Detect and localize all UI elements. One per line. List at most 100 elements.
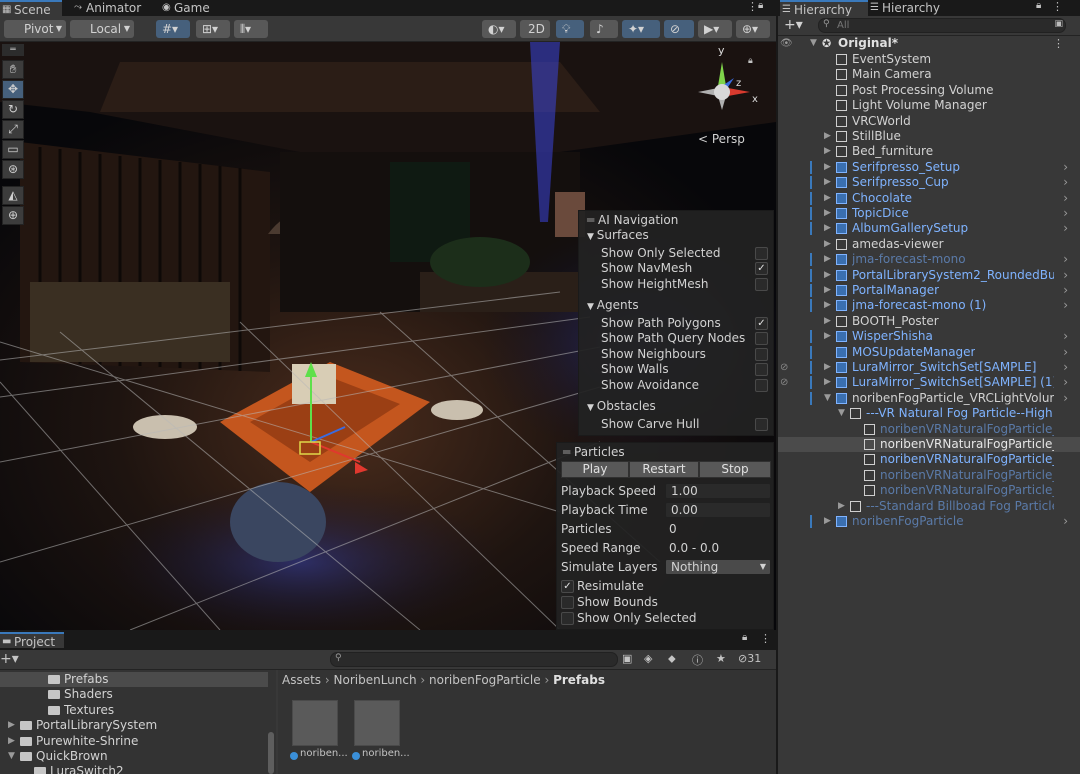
chevron-right-icon[interactable]: › <box>1063 283 1068 298</box>
folder-item[interactable]: Shaders <box>0 687 268 702</box>
search-by-type-icon[interactable]: ▣ <box>622 652 632 665</box>
hidden-objects-toggle[interactable]: ⊘ <box>664 20 694 38</box>
hierarchy-item[interactable]: ▶ amedas-viewer <box>778 237 1080 252</box>
search-by-label-icon[interactable]: ◈ <box>644 652 652 665</box>
favorite-star-icon[interactable]: ★ <box>716 652 726 665</box>
hierarchy-item[interactable]: ▶ Serifpresso_Setup › <box>778 160 1080 175</box>
show-avoidance-checkbox[interactable] <box>755 379 768 392</box>
gizmo-lock-icon[interactable]: 🔒︎ <box>748 56 753 66</box>
hand-tool-icon[interactable]: ✋︎ <box>2 60 24 79</box>
hierarchy-item[interactable]: noribenVRNaturalFogParticle_Circle <box>778 483 1080 498</box>
rect-tool-icon[interactable]: ▭ <box>2 140 24 159</box>
hierarchy-item[interactable]: ▶ PortalLibrarySystem2_RoundedButton › <box>778 268 1080 283</box>
effects-dropdown[interactable]: ✦▾ <box>622 20 660 38</box>
rotate-tool-icon[interactable]: ↻ <box>2 100 24 119</box>
visibility-eye-icon[interactable]: 👁︎ <box>780 36 793 51</box>
persp-toggle[interactable]: < Persp <box>698 132 745 146</box>
show-path-polygons-checkbox[interactable]: ✓ <box>755 317 768 330</box>
hierarchy-item[interactable]: ▶ StillBlue <box>778 129 1080 144</box>
show-path-query-nodes-checkbox[interactable] <box>755 332 768 345</box>
foldout-closed-icon[interactable]: ▶ <box>824 191 831 206</box>
resimulate-checkbox[interactable]: ✓ <box>561 580 574 593</box>
particles-header[interactable]: ═ Particles <box>563 445 625 460</box>
foldout-closed-icon[interactable]: ▶ <box>824 375 831 390</box>
foldout-closed-icon[interactable]: ▶ <box>824 252 831 267</box>
chevron-right-icon[interactable]: › <box>1063 191 1068 206</box>
pivot-dropdown[interactable]: Pivot ▼ <box>4 20 66 38</box>
chevron-right-icon[interactable]: › <box>1063 268 1068 283</box>
tab-game[interactable]: ◉ Game <box>160 0 220 16</box>
hierarchy-item[interactable]: ▶ noribenFogParticle › <box>778 514 1080 529</box>
foldout-closed-icon[interactable]: ▶ <box>824 314 831 329</box>
foldout-closed-icon[interactable]: ▶ <box>824 360 831 375</box>
search-filter-icon[interactable]: ▣ <box>1054 19 1063 29</box>
folder-tree-scrollbar[interactable] <box>268 732 274 774</box>
hidden-eye-icon[interactable]: ⊘ <box>780 360 788 375</box>
hierarchy-item[interactable]: ▼ ---VR Natural Fog Particle--High Qualit… <box>778 406 1080 421</box>
audio-toggle-button[interactable]: ♪ <box>590 20 618 38</box>
tab-scene[interactable]: ▦ Scene <box>0 0 62 17</box>
palette-handle-icon[interactable]: ═ <box>2 44 24 56</box>
tab-project[interactable]: ▬ Project <box>0 632 64 649</box>
foldout-open-icon[interactable]: ▼ <box>810 36 817 51</box>
tag-icon[interactable]: ⬥ <box>668 652 676 666</box>
stop-button[interactable]: Stop <box>699 461 771 478</box>
grid-toggle-button[interactable]: #▾ <box>156 20 190 38</box>
project-search-input[interactable]: ⚲ <box>330 652 618 667</box>
tab-lock-icon[interactable]: 🔒︎ <box>758 0 763 11</box>
transform-tool-icon[interactable]: ⊛ <box>2 160 24 179</box>
folder-item[interactable]: LuraSwitch2 <box>0 764 268 774</box>
playback-speed-field[interactable]: 1.00 <box>665 483 771 499</box>
scene-root-row[interactable]: 👁︎ ▼ ✪ Original* ⋮ <box>778 36 1080 51</box>
folder-item[interactable]: Textures <box>0 703 268 718</box>
playback-time-field[interactable]: 0.00 <box>665 502 771 518</box>
move-tool-icon[interactable]: ✥ <box>2 80 24 99</box>
surfaces-section[interactable]: ▼ Surfaces <box>587 228 649 243</box>
chevron-right-icon[interactable]: › <box>1063 221 1068 236</box>
chevron-right-icon[interactable]: › <box>1063 375 1068 390</box>
foldout-closed-icon[interactable]: ▶ <box>824 175 831 190</box>
show-carve-hull-checkbox[interactable] <box>755 418 768 431</box>
folder-item[interactable]: ▶ Purewhite-Shrine <box>0 734 268 749</box>
hidden-packages-toggle[interactable]: ⊘31 <box>738 652 761 665</box>
hierarchy-item[interactable]: ▶ BOOTH_Poster <box>778 314 1080 329</box>
show-only-selected-checkbox[interactable] <box>755 247 768 260</box>
show-bounds-checkbox[interactable] <box>561 596 574 609</box>
foldout-closed-icon[interactable]: ▶ <box>824 144 831 159</box>
hierarchy-item[interactable]: ▶ PortalManager › <box>778 283 1080 298</box>
camera-dropdown[interactable]: ▶▾ <box>698 20 732 38</box>
hierarchy-search-input[interactable]: ⚲ All ▣ <box>818 18 1066 33</box>
breadcrumb-item[interactable]: NoribenLunch <box>334 673 417 687</box>
hidden-eye-icon[interactable]: ⊘ <box>780 375 788 390</box>
hierarchy-item[interactable]: noribenVRNaturalFogParticle_Circle <box>778 468 1080 483</box>
chevron-right-icon[interactable]: › <box>1063 206 1068 221</box>
foldout-open-icon[interactable]: ▼ <box>8 749 15 764</box>
foldout-closed-icon[interactable]: ▶ <box>824 129 831 144</box>
obstacles-section[interactable]: ▼ Obstacles <box>587 399 656 414</box>
snap-button[interactable]: ⊞▾ <box>196 20 230 38</box>
chevron-right-icon[interactable]: › <box>1063 160 1068 175</box>
hierarchy-item[interactable]: EventSystem <box>778 52 1080 67</box>
create-add-button[interactable]: +▾ <box>784 17 803 33</box>
hierarchy-item[interactable]: ▼ noribenFogParticle_VRCLightVolumes › <box>778 391 1080 406</box>
ai-nav-header[interactable]: ═ AI Navigation <box>587 213 678 228</box>
hierarchy-item[interactable]: ▶ jma-forecast-mono › <box>778 252 1080 267</box>
foldout-closed-icon[interactable]: ▶ <box>824 160 831 175</box>
project-lock-icon[interactable]: 🔒︎ <box>742 632 747 643</box>
asset-item[interactable]: noriben... <box>352 694 410 760</box>
foldout-closed-icon[interactable]: ▶ <box>824 237 831 252</box>
restart-button[interactable]: Restart <box>629 461 699 478</box>
scene-menu-icon[interactable]: ⋮ <box>1053 36 1064 51</box>
foldout-closed-icon[interactable]: ▶ <box>838 499 845 514</box>
chevron-right-icon[interactable]: › <box>1063 391 1068 406</box>
project-add-button[interactable]: +▾ <box>0 651 19 667</box>
tab-menu-icon[interactable]: ⋮ <box>747 0 758 13</box>
folder-item[interactable]: ▼ QuickBrown <box>0 749 268 764</box>
hierarchy-menu-icon[interactable]: ⋮ <box>1052 0 1063 13</box>
scale-tool-icon[interactable]: ⤢ <box>2 120 24 139</box>
foldout-closed-icon[interactable]: ▶ <box>824 298 831 313</box>
foldout-closed-icon[interactable]: ▶ <box>824 221 831 236</box>
hierarchy-item[interactable]: Post Processing Volume <box>778 83 1080 98</box>
hierarchy-item[interactable]: Light Volume Manager <box>778 98 1080 113</box>
scene-view[interactable]: ═ ✋︎ ✥ ↻ ⤢ ▭ ⊛ ◭ ⊕ y x z < Persp 🔒︎ ═ AI… <box>0 42 776 630</box>
